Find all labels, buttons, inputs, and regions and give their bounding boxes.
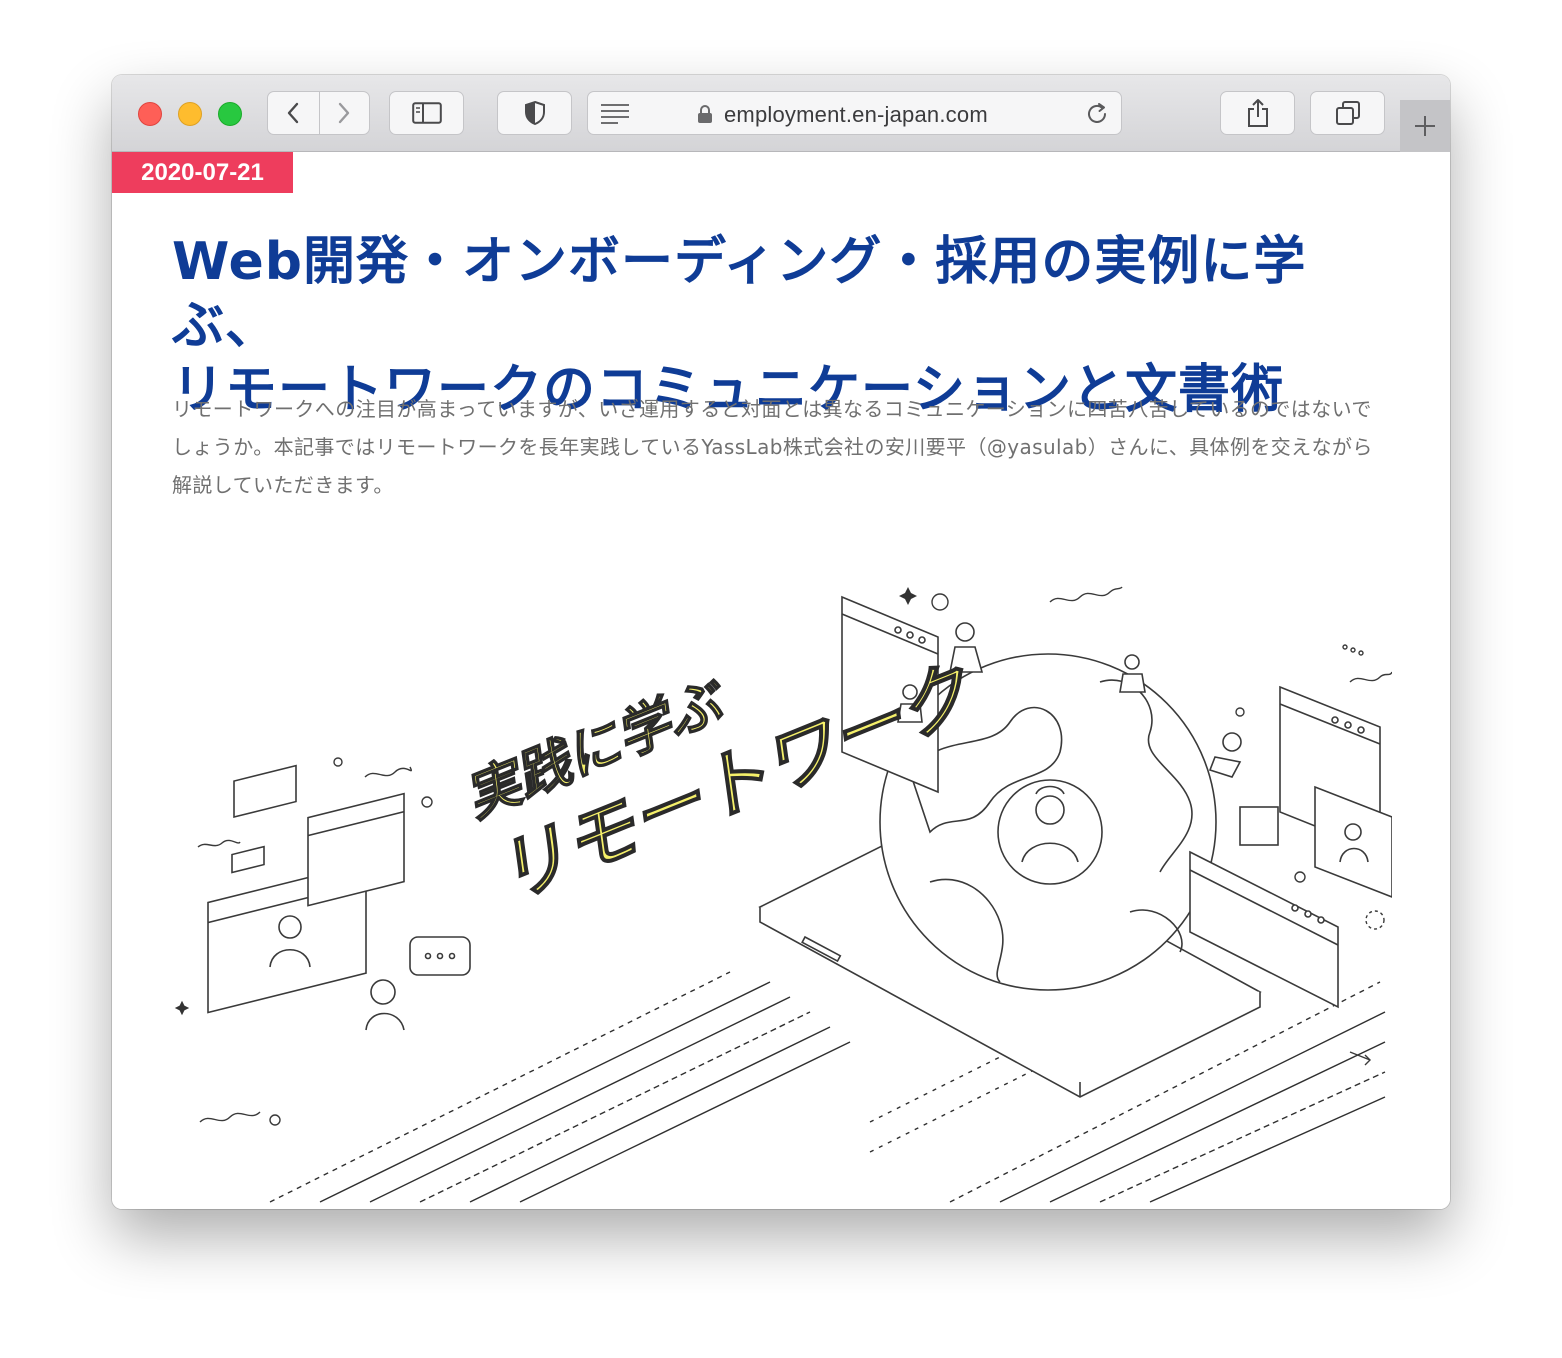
sidebar-icon xyxy=(411,102,442,124)
date-badge: 2020-07-21 xyxy=(112,152,293,193)
article-title-line1: Web開発・オンボーディング・採用の実例に学ぶ、 xyxy=(172,232,1307,356)
article-lede: リモートワークへの注目が高まっていますが、いざ運用すると対面とは異なるコミュニケ… xyxy=(172,397,1373,497)
plus-icon xyxy=(1415,116,1435,136)
share-button[interactable] xyxy=(1220,91,1295,135)
hero-illustration: 実践に学ぶ リモートワーク xyxy=(170,552,1392,1209)
tab-overview-icon xyxy=(1335,101,1360,125)
lock-icon xyxy=(698,105,712,123)
chevron-right-icon xyxy=(339,102,350,124)
chevron-left-icon xyxy=(288,102,299,124)
address-bar[interactable]: employment.en-japan.com xyxy=(587,91,1122,135)
browser-toolbar: employment.en-japan.com xyxy=(112,75,1450,152)
monitor-left-3 xyxy=(231,764,297,874)
sidebar-button[interactable] xyxy=(389,91,464,135)
forward-button[interactable] xyxy=(318,92,370,134)
close-window-button[interactable] xyxy=(138,102,162,126)
page-content: 2020-07-21 Web開発・オンボーディング・採用の実例に学ぶ、 リモート… xyxy=(112,152,1450,1209)
minimize-window-button[interactable] xyxy=(178,102,202,126)
back-button[interactable] xyxy=(268,92,319,134)
reader-mode-icon[interactable] xyxy=(600,102,630,124)
privacy-report-button[interactable] xyxy=(497,91,572,135)
small-panel-right xyxy=(1239,806,1279,846)
share-icon xyxy=(1247,99,1268,127)
tab-overview-button[interactable] xyxy=(1310,91,1385,135)
monitor-left-2 xyxy=(307,792,405,907)
reload-icon[interactable] xyxy=(1084,101,1110,127)
zoom-window-button[interactable] xyxy=(218,102,242,126)
navigation-buttons xyxy=(267,91,370,135)
url-text: employment.en-japan.com xyxy=(724,102,988,127)
person-speaker xyxy=(365,936,471,1031)
new-tab-button[interactable] xyxy=(1400,100,1450,152)
shield-icon xyxy=(524,100,545,126)
speed-lines-left xyxy=(269,971,851,1203)
browser-window: employment.en-japan.com 2020-07-21 Web開発… xyxy=(112,75,1450,1209)
